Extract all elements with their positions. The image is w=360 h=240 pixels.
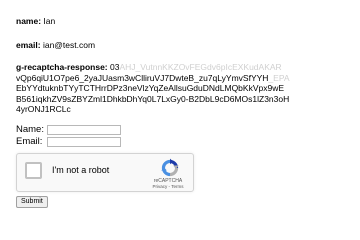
recaptcha-label: I'm not a robot bbox=[52, 165, 110, 175]
recaptcha-logo-icon bbox=[161, 158, 179, 177]
result-email-value: ian@test.com bbox=[42, 40, 96, 50]
submit-button[interactable]: Submit bbox=[16, 196, 48, 208]
recaptcha-privacy-terms-link[interactable]: Privacy - Terms bbox=[142, 184, 194, 189]
form-row-email: Email: bbox=[16, 136, 121, 147]
email-input[interactable] bbox=[47, 136, 121, 147]
token-line: 4yrONJ1RCLc bbox=[16, 104, 71, 114]
token-line: B561iqkhZV9sZBYZml1DhkbDhYq0L7LxGy0-B2Db… bbox=[16, 93, 290, 104]
recaptcha-response-label: g-recaptcha-response: bbox=[16, 62, 108, 72]
result-name-value: Ian bbox=[43, 16, 56, 26]
form-row-name: Name: bbox=[16, 124, 121, 135]
token-line: vQp6qiU1O7pe6_2yaJUasm3wClliruVJ7DwteB_z… bbox=[16, 72, 269, 83]
token-line: EbYYdtuknbTYyTCTHrrDPz3neVlzYqZeAllsuGdu… bbox=[16, 83, 285, 93]
name-input[interactable] bbox=[47, 124, 121, 135]
result-name-line: name: Ian bbox=[16, 16, 55, 26]
result-email-line: email: ian@test.com bbox=[16, 40, 95, 50]
email-field-label: Email: bbox=[16, 136, 43, 147]
token-line-faded: AHJ_VutnnKKZOvFEGdv6pIcEXKudAKAR bbox=[119, 62, 282, 72]
recaptcha-widget: I'm not a robot reCAPTCHA Privacy - Term… bbox=[16, 153, 194, 192]
name-field-label: Name: bbox=[16, 124, 44, 135]
result-email-label: email: bbox=[16, 40, 41, 50]
recaptcha-response-block: g-recaptcha-response: 03AHJ_VutnnKKZOvFE… bbox=[16, 62, 360, 115]
result-name-label: name: bbox=[16, 16, 42, 26]
token-line-faded: _EPA bbox=[268, 72, 290, 83]
recaptcha-checkbox[interactable] bbox=[25, 162, 42, 179]
